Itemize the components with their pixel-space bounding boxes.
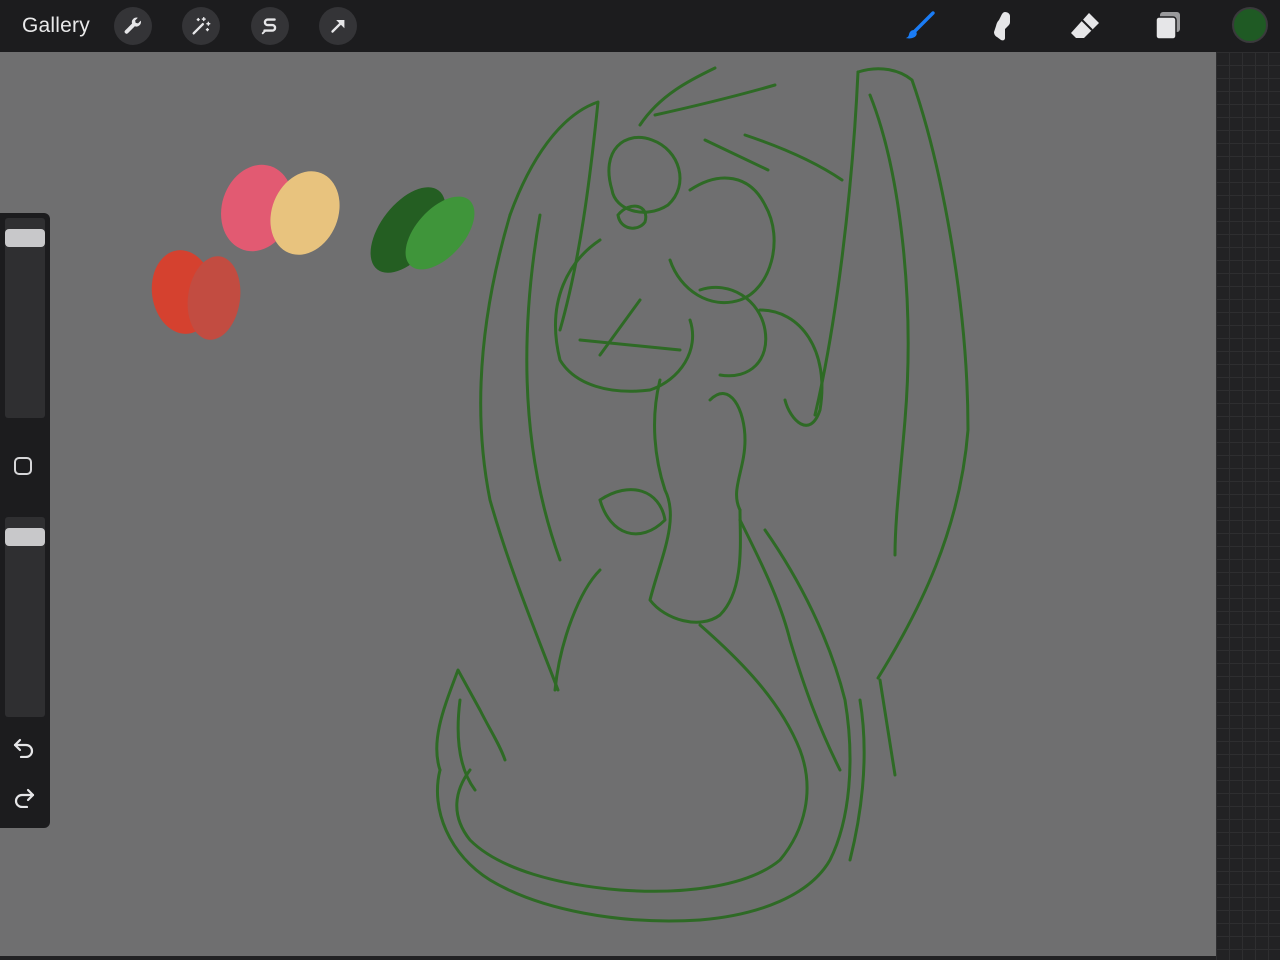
opacity-slider[interactable]	[5, 517, 45, 717]
redo-arrow-icon	[12, 786, 36, 808]
smudge-icon	[985, 9, 1019, 43]
canvas-background-grid	[1216, 52, 1280, 960]
brush-icon	[903, 9, 937, 43]
top-toolbar: Gallery	[0, 0, 1280, 52]
magic-wand-icon	[190, 15, 212, 37]
selection-s-icon	[259, 15, 281, 37]
redo-button[interactable]	[11, 785, 37, 809]
drawing-canvas[interactable]	[0, 52, 1216, 956]
dragon-sketch	[435, 66, 970, 923]
palette-swatches	[151, 164, 475, 340]
arrow-cursor-icon	[327, 15, 349, 37]
canvas-bottom-edge	[0, 956, 1216, 960]
brush-size-slider[interactable]	[5, 218, 45, 418]
selection-button[interactable]	[251, 7, 289, 45]
gallery-button[interactable]: Gallery	[22, 13, 90, 39]
left-sidebar	[0, 213, 50, 828]
actions-button[interactable]	[114, 7, 152, 45]
smudge-tool-button[interactable]	[982, 6, 1022, 46]
color-picker-button[interactable]	[1232, 7, 1268, 43]
wrench-icon	[122, 15, 144, 37]
canvas-artwork	[151, 66, 970, 923]
paint-tool-button[interactable]	[900, 6, 940, 46]
transform-button[interactable]	[319, 7, 357, 45]
eraser-icon	[1068, 9, 1102, 43]
opacity-thumb[interactable]	[5, 527, 45, 546]
adjustments-button[interactable]	[182, 7, 220, 45]
layers-button[interactable]	[1148, 6, 1188, 46]
modify-button[interactable]	[14, 457, 32, 475]
undo-arrow-icon	[12, 736, 36, 758]
undo-button[interactable]	[11, 735, 37, 759]
eraser-tool-button[interactable]	[1065, 6, 1105, 46]
brush-size-thumb[interactable]	[5, 228, 45, 247]
layers-icon	[1151, 9, 1185, 43]
